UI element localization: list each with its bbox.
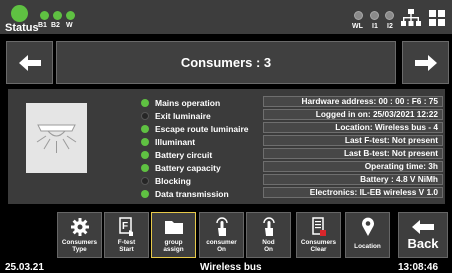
touch-icon bbox=[262, 217, 275, 236]
consumers-clear-label-2: Clear bbox=[310, 246, 327, 253]
consumers-type-label-1: Consumers bbox=[61, 239, 98, 246]
luminaire-icon bbox=[36, 124, 77, 153]
arrow-left-icon bbox=[18, 54, 41, 71]
location-pin-icon bbox=[361, 217, 374, 236]
status-dot bbox=[141, 138, 149, 146]
f-test-start-button[interactable]: F F-test Start bbox=[104, 212, 149, 258]
nod-on-label-1: Nod bbox=[262, 239, 275, 246]
f-test-label-1: F-test bbox=[117, 239, 136, 246]
f-test-icon: F bbox=[118, 217, 133, 236]
nod-on-button[interactable]: Nod On bbox=[246, 212, 291, 258]
footer-time: 13:08:46 bbox=[398, 262, 439, 273]
status-item-battery-circuit: Battery circuit bbox=[141, 149, 212, 161]
status-item-escape-route-luminaire: Escape route luminaire bbox=[141, 123, 249, 135]
svg-text:F: F bbox=[122, 221, 128, 232]
footer-bus-label: Wireless bus bbox=[200, 262, 262, 273]
consumer-on-button[interactable]: consumer On bbox=[199, 212, 244, 258]
info-battery: Battery : 4.8 V NiMh bbox=[263, 174, 443, 185]
footer: 25.03.21 Wireless bus 13:08:46 bbox=[0, 262, 452, 273]
status-item-battery-capacity: Battery capacity bbox=[141, 162, 221, 174]
luminaires-icon[interactable] bbox=[427, 9, 447, 27]
location-label: Location bbox=[354, 243, 381, 250]
status-item-blocking: Blocking bbox=[141, 175, 191, 187]
touch-icon bbox=[215, 217, 228, 236]
group-assign-label-2: assign bbox=[163, 246, 184, 253]
wl-led bbox=[354, 11, 363, 20]
luminaire-image bbox=[26, 103, 87, 173]
info-hardware-address: Hardware address: 00 : 00 : F6 : 75 bbox=[263, 96, 443, 107]
status-dot bbox=[141, 177, 149, 185]
status-label: Status bbox=[5, 22, 39, 34]
gear-icon bbox=[70, 218, 89, 236]
footer-date: 25.03.21 bbox=[5, 262, 44, 273]
status-dot bbox=[141, 164, 149, 172]
b2-label: B2 bbox=[51, 22, 60, 29]
clear-icon bbox=[311, 217, 326, 236]
status-item-exit-luminaire: Exit luminaire bbox=[141, 110, 211, 122]
info-logged-in: Logged in on: 25/03/2021 12:22 bbox=[263, 109, 443, 120]
status-led bbox=[11, 5, 28, 22]
back-label: Back bbox=[407, 236, 439, 251]
w-led bbox=[66, 11, 75, 20]
status-dot bbox=[141, 190, 149, 198]
consumers-clear-label-1: Consumers bbox=[300, 239, 337, 246]
i1-led bbox=[370, 11, 379, 20]
network-icon[interactable] bbox=[401, 9, 421, 27]
status-item-mains-operation: Mains operation bbox=[141, 97, 220, 109]
i2-label: I2 bbox=[387, 23, 393, 30]
info-electronics: Electronics: IL-EB wireless V 1.0 bbox=[263, 187, 443, 198]
nod-on-label-2: On bbox=[264, 246, 273, 253]
arrow-left-icon bbox=[412, 220, 434, 234]
b1-label: B1 bbox=[38, 22, 47, 29]
wl-label: WL bbox=[352, 23, 363, 30]
w-label: W bbox=[66, 22, 73, 29]
status-dot bbox=[141, 99, 149, 107]
next-button[interactable] bbox=[402, 41, 449, 84]
group-assign-button[interactable]: group assign bbox=[151, 212, 196, 258]
status-dot bbox=[141, 125, 149, 133]
status-item-illuminant: Illuminant bbox=[141, 136, 195, 148]
status-item-data-transmission: Data transmission bbox=[141, 188, 229, 200]
i1-label: I1 bbox=[372, 23, 378, 30]
info-last-b-test: Last B-test: Not present bbox=[263, 148, 443, 159]
back-button[interactable]: Back bbox=[398, 212, 448, 258]
arrow-right-icon bbox=[414, 54, 437, 71]
consumers-type-button[interactable]: Consumers Type bbox=[57, 212, 102, 258]
i2-led bbox=[385, 11, 394, 20]
consumers-type-label-2: Type bbox=[72, 246, 87, 253]
b1-led bbox=[40, 11, 49, 20]
status-bar: Status B1 B2 W WL I1 I2 bbox=[0, 0, 452, 34]
consumer-on-label-1: consumer bbox=[206, 239, 237, 246]
folder-icon bbox=[164, 221, 183, 234]
b2-led bbox=[53, 11, 62, 20]
info-last-f-test: Last F-test: Not present bbox=[263, 135, 443, 146]
page-title: Consumers : 3 bbox=[56, 41, 396, 84]
f-test-label-2: Start bbox=[119, 246, 134, 253]
consumer-on-label-2: On bbox=[217, 246, 226, 253]
info-location: Location: Wireless bus - 4 bbox=[263, 122, 443, 133]
consumers-clear-button[interactable]: Consumers Clear bbox=[296, 212, 341, 258]
info-operating-time: Operating time: 3h bbox=[263, 161, 443, 172]
group-assign-label-1: group bbox=[164, 239, 183, 246]
previous-button[interactable] bbox=[6, 41, 53, 84]
location-button[interactable]: Location bbox=[345, 212, 390, 258]
status-dot bbox=[141, 151, 149, 159]
status-dot bbox=[141, 112, 149, 120]
